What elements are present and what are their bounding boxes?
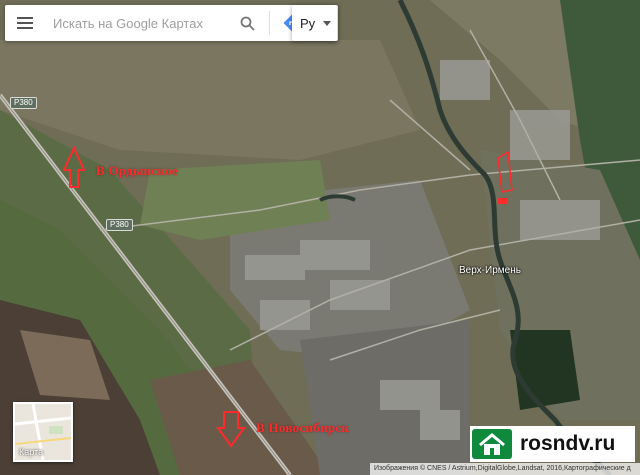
search-icon bbox=[240, 16, 255, 31]
place-label-verkh-irmen[interactable]: Верх-Ирмень bbox=[459, 265, 521, 276]
map-attribution[interactable]: Изображения © CNES / Astrium,DigitalGlob… bbox=[370, 463, 640, 475]
search-button[interactable] bbox=[231, 5, 263, 41]
watermark-text: rosndv.ru bbox=[520, 432, 616, 455]
road-label-r380-top: Р380 bbox=[10, 97, 37, 109]
map-layer-switch[interactable]: Карта bbox=[13, 402, 73, 462]
satellite-map[interactable] bbox=[0, 0, 640, 475]
direction-novosibirsk-label: В Новосибирск bbox=[256, 420, 350, 435]
rosndv-watermark: rosndv.ru bbox=[470, 426, 635, 462]
caret-down-icon bbox=[323, 20, 331, 26]
road-label-r380: Р380 bbox=[106, 219, 133, 231]
direction-ordynskoe-label: В Ордынское bbox=[96, 163, 178, 178]
layer-switch-label: Карта bbox=[19, 447, 44, 457]
divider bbox=[269, 11, 270, 35]
menu-button[interactable] bbox=[5, 5, 45, 41]
language-value: Ру bbox=[300, 15, 316, 31]
search-box bbox=[5, 5, 338, 41]
house-logo-icon bbox=[472, 429, 512, 459]
search-input[interactable] bbox=[45, 8, 223, 38]
hamburger-menu-icon bbox=[17, 17, 33, 29]
language-select[interactable]: Ру bbox=[292, 5, 337, 41]
